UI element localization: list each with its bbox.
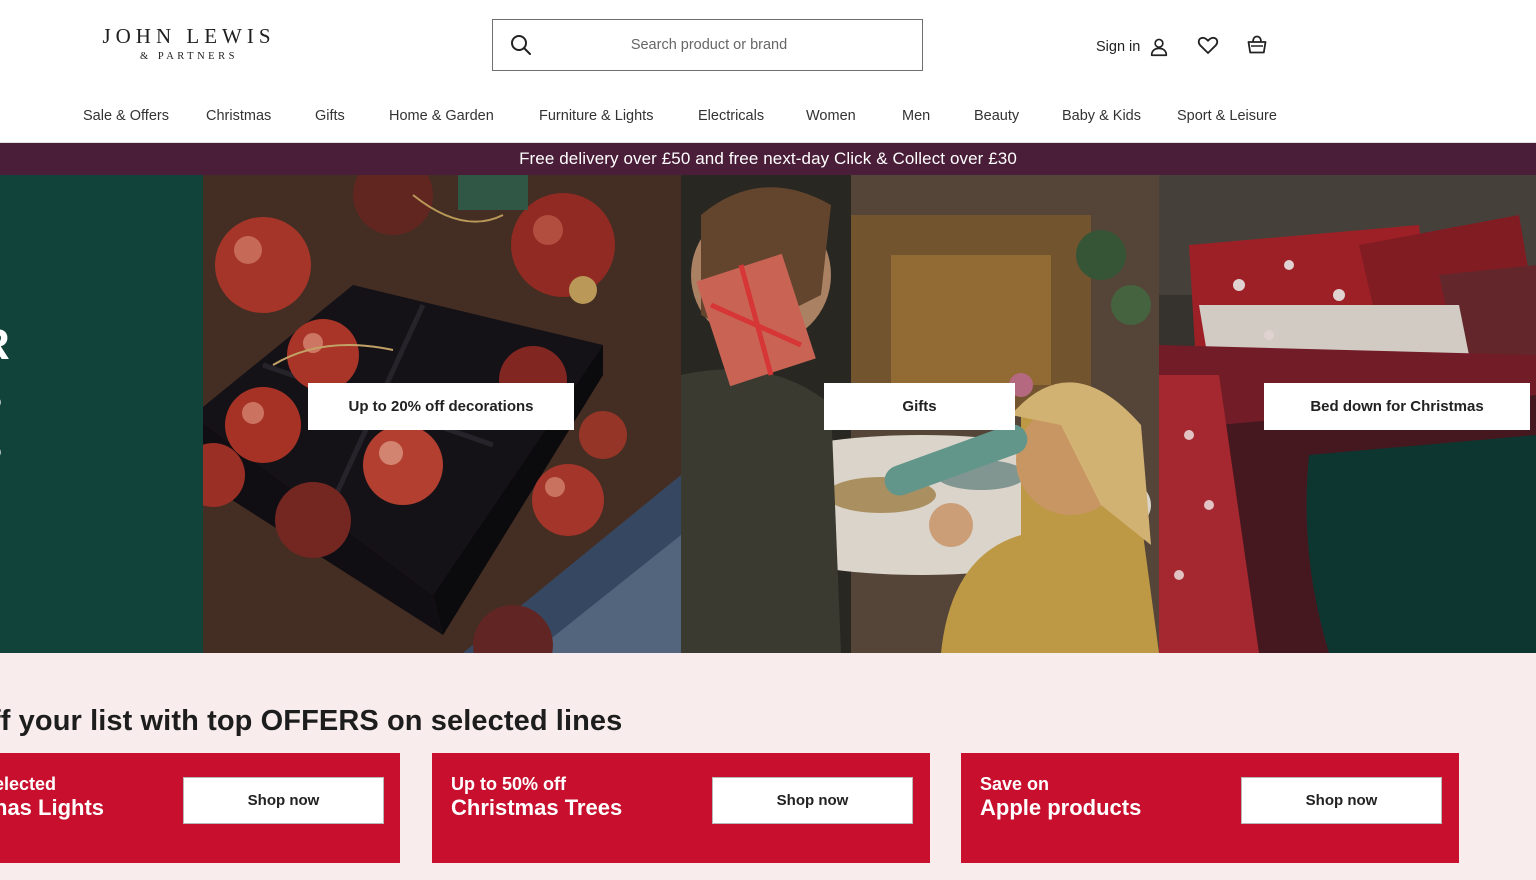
offer-card-line1: Save on — [980, 774, 1050, 794]
delivery-promo-text: Free delivery over £50 and free next-day… — [519, 149, 1017, 168]
hero-heading-panel[interactable]: R s s — [0, 175, 203, 653]
brand-logo[interactable]: JOHN LEWIS & PARTNERS — [99, 24, 279, 64]
nav-item-sale-offers[interactable]: Sale & Offers — [83, 108, 169, 124]
bedding-label: Bed down for Christmas — [1264, 383, 1530, 430]
hero-tile-gifts[interactable]: Gifts — [681, 175, 1159, 653]
shop-now-button[interactable]: Shop now — [712, 777, 913, 824]
nav-item-sport-leisure[interactable]: Sport & Leisure — [1177, 108, 1277, 124]
basket-icon[interactable] — [1245, 33, 1269, 57]
delivery-promo-bar[interactable]: Free delivery over £50 and free next-day… — [0, 143, 1536, 175]
offer-card-christmas-trees[interactable]: Up to 50% off Christmas Trees Shop now — [432, 753, 930, 863]
hero-tile-bedding[interactable]: Bed down for Christmas — [1159, 175, 1536, 653]
nav-item-baby-kids[interactable]: Baby & Kids — [1062, 108, 1141, 124]
offer-card-apple-products[interactable]: Save on Apple products Shop now — [961, 753, 1459, 863]
offer-card-line2: nas Lights — [0, 795, 105, 820]
nav-item-men[interactable]: Men — [902, 108, 930, 124]
hero-tile-decorations[interactable]: Up to 20% off decorations — [203, 175, 681, 653]
nav-item-electricals[interactable]: Electricals — [698, 108, 764, 124]
nav-item-beauty[interactable]: Beauty — [974, 108, 1019, 124]
offer-card-line2: Christmas Trees — [451, 795, 623, 820]
nav-item-christmas[interactable]: Christmas — [206, 108, 271, 124]
offer-card-christmas-lights[interactable]: elected nas Lights Shop now — [0, 753, 400, 863]
nav-item-women[interactable]: Women — [806, 108, 856, 124]
offer-card-line1: Up to 50% off — [451, 774, 566, 794]
gifts-label: Gifts — [824, 383, 1015, 430]
offer-card-line2: Apple products — [980, 795, 1142, 820]
shop-now-button[interactable]: Shop now — [183, 777, 384, 824]
hero-banner: R s s — [0, 175, 1536, 653]
search-input[interactable] — [549, 28, 869, 62]
logo-line1: JOHN LEWIS — [102, 24, 276, 48]
offers-section: ff your list with top OFFERS on selected… — [0, 653, 1536, 880]
offers-heading: ff your list with top OFFERS on selected… — [0, 705, 623, 737]
search-box[interactable] — [492, 19, 923, 71]
sign-in-label: Sign in — [1096, 39, 1141, 55]
nav-item-furniture-lights[interactable]: Furniture & Lights — [539, 108, 653, 124]
main-nav: Sale & Offers Christmas Gifts Home & Gar… — [0, 100, 1536, 134]
sign-in-link[interactable]: Sign in — [1096, 34, 1170, 60]
shop-now-button[interactable]: Shop now — [1241, 777, 1442, 824]
logo-line2: & PARTNERS — [140, 51, 238, 62]
offer-card-line1: elected — [0, 774, 57, 794]
decorations-label: Up to 20% off decorations — [308, 383, 574, 430]
user-icon — [1151, 38, 1168, 57]
nav-item-home-garden[interactable]: Home & Garden — [389, 108, 494, 124]
hero-heading: R s s — [0, 320, 10, 470]
heart-icon[interactable] — [1196, 33, 1220, 57]
search-icon[interactable] — [509, 33, 533, 57]
nav-item-gifts[interactable]: Gifts — [315, 108, 345, 124]
